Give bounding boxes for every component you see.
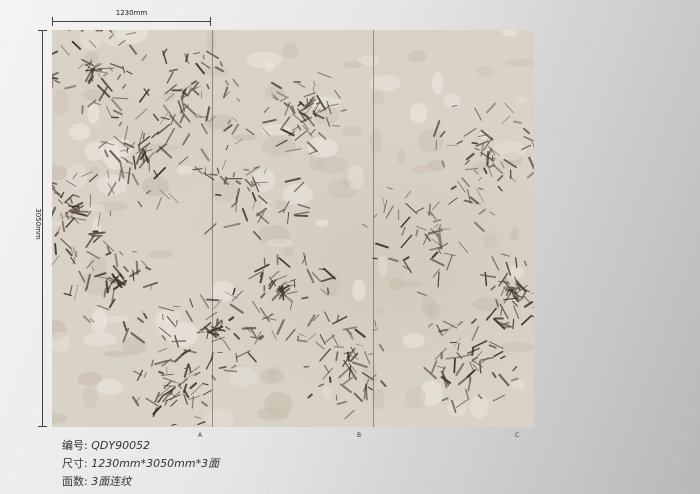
panel-label-b: B (357, 432, 362, 439)
product-code-value: QDY90052 (91, 439, 151, 452)
panel-label-a: A (198, 432, 203, 439)
panel-label-c: C (515, 432, 520, 439)
product-size-key: 尺寸: (62, 457, 88, 470)
height-dimension-tick-bottom (38, 426, 47, 427)
width-dimension-tick-left (52, 17, 53, 26)
product-size: 尺寸: 1230mm*3050mm*3面 (62, 455, 219, 471)
width-dimension-line (52, 21, 211, 22)
panel-seam-ab (212, 30, 213, 427)
panel-seam-bc (373, 30, 374, 427)
width-dimension-tick-right (210, 17, 211, 26)
width-dimension: 1230mm (52, 9, 211, 26)
product-faces-key: 面数: (62, 475, 88, 488)
product-size-value: 1230mm*3050mm*3面 (91, 457, 220, 470)
width-dimension-label: 1230mm (115, 9, 148, 17)
height-dimension-tick-top (38, 30, 47, 31)
marble-veining (52, 30, 534, 427)
marble-slab-image (52, 30, 534, 427)
height-dimension-line (42, 30, 43, 427)
height-dimension: 3050mm (32, 30, 47, 427)
product-code-key: 编号: (62, 439, 88, 452)
product-faces-value: 3面连纹 (91, 475, 132, 488)
product-code: 编号: QDY90052 (62, 437, 150, 453)
height-dimension-label: 3050mm (34, 208, 42, 240)
product-faces: 面数: 3面连纹 (62, 473, 131, 489)
